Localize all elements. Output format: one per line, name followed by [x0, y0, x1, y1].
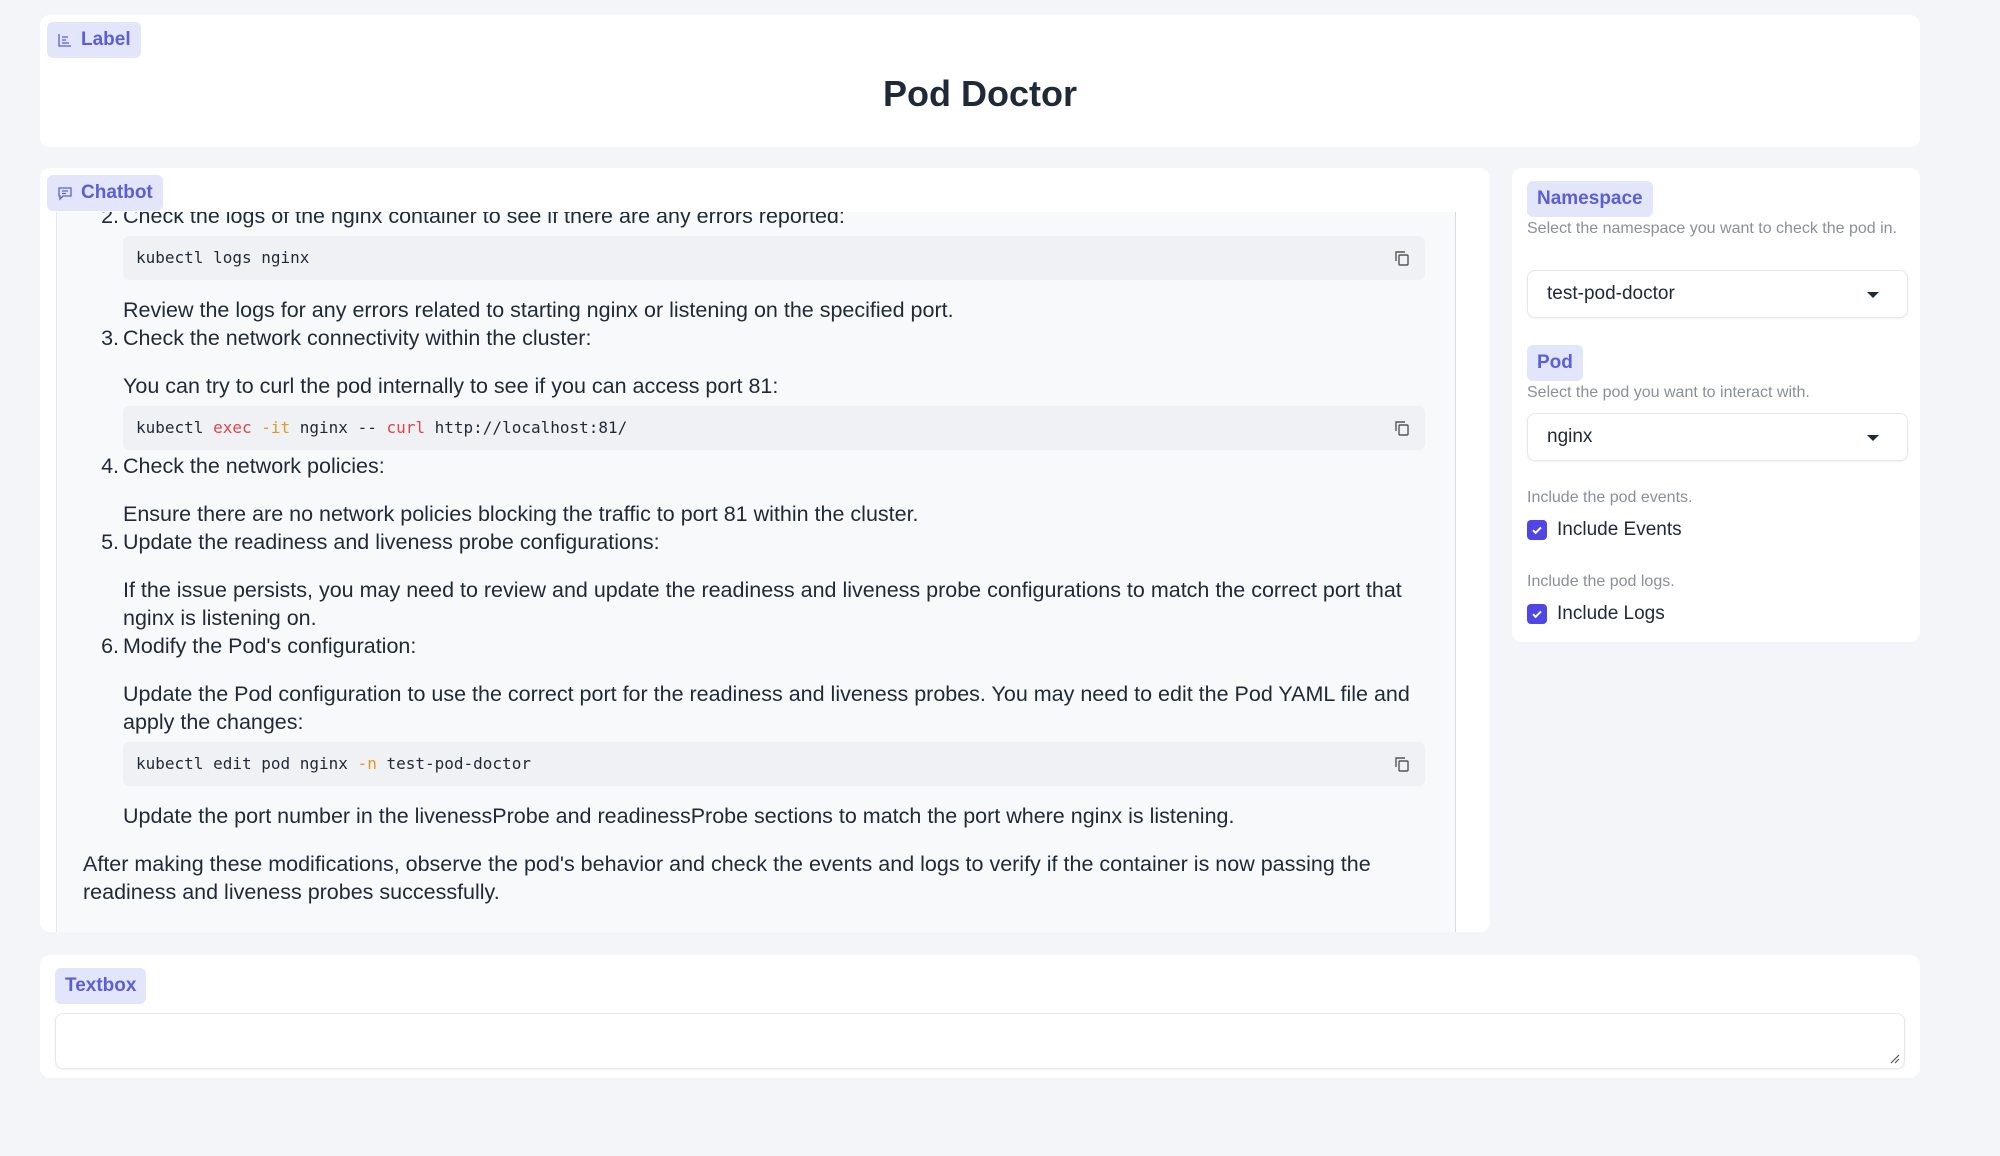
- step-note: You can try to curl the pod internally t…: [123, 374, 779, 398]
- list-item: 6. Modify the Pod's configuration:: [57, 632, 1437, 660]
- copy-icon[interactable]: [1393, 755, 1411, 773]
- code-token: kubectl: [136, 418, 214, 437]
- step-number: 6.: [101, 634, 119, 658]
- bot-message: 2. Check the logs of the nginx container…: [57, 212, 1437, 906]
- textbox-panel: Textbox: [40, 955, 1920, 1078]
- namespace-value: test-pod-doctor: [1547, 283, 1675, 304]
- step-heading: Update the readiness and liveness probe …: [123, 530, 660, 554]
- pod-tag: Pod: [1527, 345, 1583, 381]
- code-token: exec: [213, 418, 252, 437]
- step-note: Review the logs for any errors related t…: [123, 298, 954, 322]
- step-heading: Modify the Pod's configuration:: [123, 634, 417, 658]
- checkbox-checked-icon[interactable]: [1527, 520, 1547, 540]
- step-note: Ensure there are no network policies blo…: [123, 502, 919, 526]
- list-item: 4. Check the network policies:: [57, 452, 1437, 480]
- include-events-checkbox[interactable]: Include Events: [1527, 519, 1682, 541]
- label-tag-text: Label: [81, 29, 131, 50]
- step-number: 5.: [101, 530, 119, 554]
- step-heading: Check the logs of the nginx container to…: [123, 212, 845, 228]
- textbox-label: Textbox: [65, 975, 137, 996]
- label-panel: Label Pod Doctor: [40, 15, 1920, 147]
- step-number: 2.: [101, 212, 119, 228]
- chevron-down-icon: [1867, 435, 1879, 441]
- step-number: 4.: [101, 454, 119, 478]
- chatbot-tag-text: Chatbot: [81, 182, 153, 203]
- code-block: kubectl exec -it nginx -- curl http://lo…: [123, 406, 1425, 450]
- chatbot-tag: Chatbot: [47, 175, 163, 211]
- copy-icon[interactable]: [1393, 419, 1411, 437]
- code-token: nginx --: [290, 418, 387, 437]
- chat-scroll-area[interactable]: 2. Check the logs of the nginx container…: [56, 212, 1456, 932]
- list-item: 2. Check the logs of the nginx container…: [57, 212, 1437, 230]
- pod-value: nginx: [1547, 426, 1593, 447]
- chatbot-panel: Chatbot 2. Check the logs of the nginx c…: [40, 168, 1490, 932]
- code-token: kubectl edit pod nginx: [136, 754, 358, 773]
- chat-icon: [58, 187, 72, 201]
- include-events-label: Include Events: [1557, 519, 1682, 540]
- list-item: 3. Check the network connectivity within…: [57, 324, 1437, 352]
- code-token: test-pod-doctor: [376, 754, 531, 773]
- namespace-dropdown[interactable]: test-pod-doctor: [1527, 270, 1908, 318]
- code-token: http://localhost:81/: [425, 418, 628, 437]
- textbox-tag: Textbox: [55, 968, 147, 1004]
- message-input[interactable]: [55, 1013, 1905, 1069]
- code-block: kubectl logs nginx: [123, 236, 1425, 280]
- step-heading: Check the network connectivity within th…: [123, 326, 592, 350]
- step-note: Update the port number in the livenessPr…: [123, 804, 1235, 828]
- pod-description: Select the pod you want to interact with…: [1527, 384, 1810, 401]
- step-number: 3.: [101, 326, 119, 350]
- logs-description: Include the pod logs.: [1527, 573, 1675, 590]
- pod-dropdown[interactable]: nginx: [1527, 413, 1908, 461]
- namespace-tag: Namespace: [1527, 181, 1653, 217]
- closing-paragraph: After making these modifications, observ…: [83, 852, 1371, 904]
- copy-icon[interactable]: [1393, 249, 1411, 267]
- events-description: Include the pod events.: [1527, 489, 1693, 506]
- code-text: kubectl logs nginx: [136, 248, 310, 267]
- resize-handle-icon[interactable]: [1890, 1054, 1900, 1064]
- code-block: kubectl edit pod nginx -n test-pod-docto…: [123, 742, 1425, 786]
- step-note: If the issue persists, you may need to r…: [123, 578, 1402, 630]
- label-tag: Label: [47, 22, 141, 58]
- list-item: 5. Update the readiness and liveness pro…: [57, 528, 1437, 556]
- label-icon: [58, 34, 71, 47]
- pod-label: Pod: [1537, 352, 1573, 373]
- chevron-down-icon: [1867, 292, 1879, 298]
- include-logs-checkbox[interactable]: Include Logs: [1527, 603, 1665, 625]
- page-title: Pod Doctor: [883, 73, 1077, 114]
- step-note: Update the Pod configuration to use the …: [123, 682, 1410, 734]
- code-token: -n: [357, 754, 377, 773]
- checkbox-checked-icon[interactable]: [1527, 604, 1547, 624]
- settings-panel: Namespace Select the namespace you want …: [1512, 168, 1920, 642]
- include-logs-label: Include Logs: [1557, 603, 1665, 624]
- namespace-description: Select the namespace you want to check t…: [1527, 220, 1898, 237]
- code-token: curl: [386, 418, 425, 437]
- step-heading: Check the network policies:: [123, 454, 385, 478]
- namespace-label: Namespace: [1537, 188, 1643, 209]
- code-token: -it: [261, 418, 291, 437]
